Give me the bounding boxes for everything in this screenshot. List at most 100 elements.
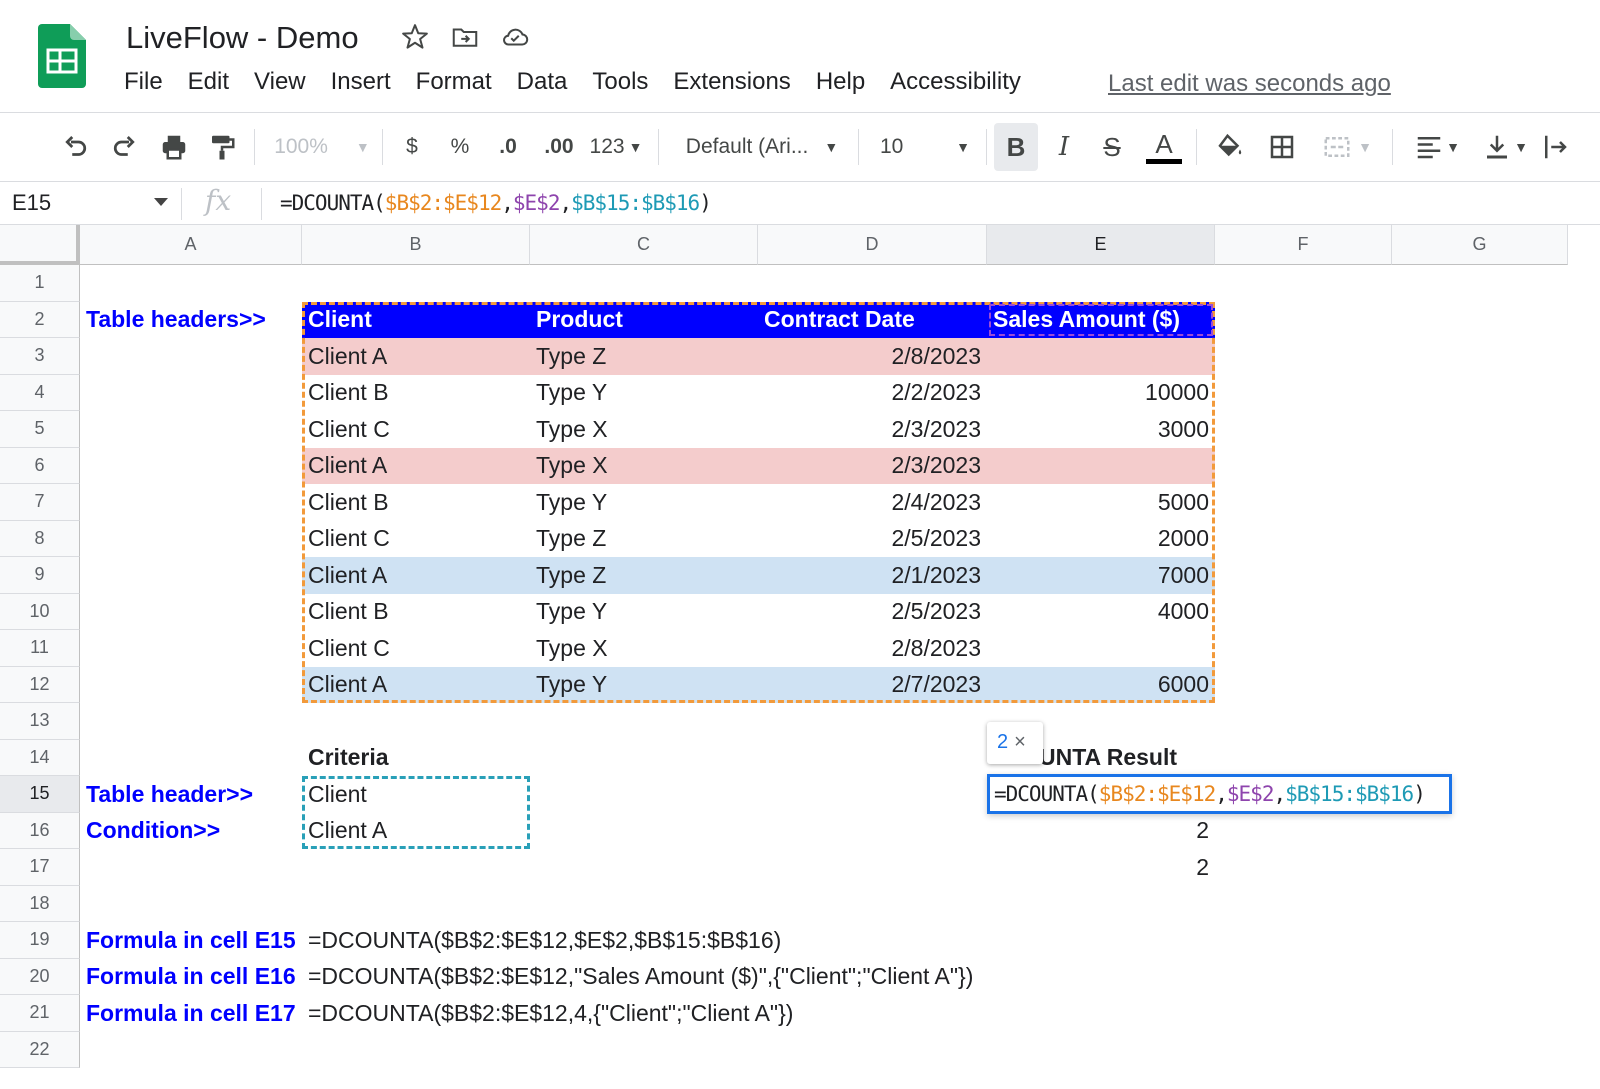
increase-decimals-button[interactable]: .00: [536, 113, 582, 181]
cell-editor-e15[interactable]: =DCOUNTA($B$2:$E$12, $E$2, $B$15:$B$16): [987, 774, 1452, 814]
row-header-3[interactable]: 3: [0, 338, 80, 375]
label-formula-e15[interactable]: Formula in cell E15: [80, 922, 302, 959]
text-color-button[interactable]: A: [1142, 113, 1186, 181]
row-header-4[interactable]: 4: [0, 374, 80, 411]
column-header-a[interactable]: A: [80, 225, 302, 265]
redo-button[interactable]: [104, 113, 144, 181]
menu-extensions[interactable]: Extensions: [673, 68, 790, 96]
row-header-21[interactable]: 21: [0, 995, 80, 1032]
select-all-corner[interactable]: [0, 225, 80, 265]
paint-format-button[interactable]: [202, 113, 242, 181]
column-header-d[interactable]: D: [758, 225, 987, 265]
row-header-12[interactable]: 12: [0, 666, 80, 703]
move-folder-icon[interactable]: [450, 22, 480, 52]
formula-bar-separator: [261, 188, 262, 220]
print-button[interactable]: [154, 113, 194, 181]
menu-file[interactable]: File: [124, 68, 163, 96]
label-table-headers[interactable]: Table headers>>: [80, 302, 302, 339]
vertical-align-button[interactable]: ▼: [1474, 113, 1536, 181]
row-header-13[interactable]: 13: [0, 703, 80, 740]
result-e16[interactable]: 2: [987, 813, 1215, 850]
row-header-16[interactable]: 16: [0, 812, 80, 849]
row-header-22[interactable]: 22: [0, 1031, 80, 1068]
row-header-8[interactable]: 8: [0, 520, 80, 557]
row-header-5[interactable]: 5: [0, 411, 80, 448]
cloud-saved-icon[interactable]: [500, 22, 530, 52]
criteria-title[interactable]: Criteria: [302, 740, 530, 777]
name-box[interactable]: E15: [12, 190, 51, 216]
row-header-14[interactable]: 14: [0, 739, 80, 776]
menu-help[interactable]: Help: [816, 68, 865, 96]
row-header-17[interactable]: 17: [0, 849, 80, 886]
zoom-select[interactable]: 100% ▼: [272, 113, 372, 181]
font-size-select[interactable]: 10 ▼: [870, 113, 980, 181]
row-header-7[interactable]: 7: [0, 484, 80, 521]
menu-format[interactable]: Format: [416, 68, 492, 96]
formula-text-e17[interactable]: =DCOUNTA($B$2:$E$12,4,{"Client";"Client …: [302, 995, 1568, 1032]
row-header-1[interactable]: 1: [0, 265, 80, 302]
chevron-down-icon: ▼: [1358, 139, 1372, 155]
zoom-value: 100%: [274, 135, 328, 158]
formula-field-ref: $E$2: [512, 191, 561, 215]
vertical-align-bottom-icon: [1487, 135, 1508, 159]
percent-button[interactable]: %: [442, 113, 478, 181]
column-header-f[interactable]: F: [1215, 225, 1392, 265]
last-edit-link[interactable]: Last edit was seconds ago: [1108, 70, 1391, 98]
chevron-down-icon[interactable]: [154, 198, 168, 206]
undo-button[interactable]: [56, 113, 96, 181]
redo-icon: [113, 136, 135, 156]
chevron-down-icon: ▼: [628, 139, 643, 155]
number-format-select[interactable]: 123 ▼: [586, 113, 646, 181]
formula-text-e15[interactable]: =DCOUNTA($B$2:$E$12,$E$2,$B$15:$B$16): [302, 922, 1568, 959]
column-header-c[interactable]: C: [530, 225, 758, 265]
close-icon[interactable]: ×: [1014, 731, 1026, 754]
row-header-10[interactable]: 10: [0, 593, 80, 630]
strikethrough-button[interactable]: S: [1092, 113, 1132, 181]
chevron-down-icon: ▼: [824, 139, 839, 155]
menu-data[interactable]: Data: [517, 68, 568, 96]
formula-input[interactable]: =DCOUNTA($B$2:$E$12,$E$2,$B$15:$B$16): [280, 191, 712, 215]
label-table-header[interactable]: Table header>>: [80, 776, 302, 813]
currency-button[interactable]: $: [394, 113, 430, 181]
font-family-select[interactable]: Default (Ari... ▼: [672, 113, 852, 181]
italic-button[interactable]: I: [1044, 113, 1084, 181]
label-formula-e17[interactable]: Formula in cell E17: [80, 995, 302, 1032]
label-formula-e16[interactable]: Formula in cell E16: [80, 959, 302, 996]
menu-insert[interactable]: Insert: [331, 68, 391, 96]
row-header-18[interactable]: 18: [0, 885, 80, 922]
text-wrap-button[interactable]: [1540, 113, 1570, 181]
text-color-swatch: [1146, 158, 1182, 164]
menu-view[interactable]: View: [254, 68, 306, 96]
sheets-logo-icon[interactable]: [38, 24, 86, 88]
row-header-11[interactable]: 11: [0, 630, 80, 667]
row-header-20[interactable]: 20: [0, 958, 80, 995]
label-condition[interactable]: Condition>>: [80, 813, 302, 850]
chevron-down-icon: ▼: [355, 139, 370, 155]
formula-bar: E15 fx =DCOUNTA($B$2:$E$12,$E$2,$B$15:$B…: [0, 181, 1600, 225]
formula-text-e16[interactable]: =DCOUNTA($B$2:$E$12,"Sales Amount ($)",{…: [302, 959, 1568, 996]
editor-formula-part: $B$2:$E$12: [1098, 781, 1216, 806]
row-header-15[interactable]: 15: [0, 776, 80, 813]
menu-edit[interactable]: Edit: [188, 68, 229, 96]
row-header-19[interactable]: 19: [0, 922, 80, 959]
row-header-9[interactable]: 9: [0, 557, 80, 594]
row-header-6[interactable]: 6: [0, 447, 80, 484]
borders-button[interactable]: [1262, 113, 1302, 181]
result-e17[interactable]: 2: [987, 849, 1215, 886]
chevron-down-icon: ▼: [1514, 139, 1528, 155]
column-header-g[interactable]: G: [1392, 225, 1568, 265]
bold-button[interactable]: B: [994, 123, 1038, 171]
formula-bar-separator: [181, 188, 182, 220]
row-header-2[interactable]: 2: [0, 301, 80, 338]
menu-tools[interactable]: Tools: [592, 68, 648, 96]
star-icon[interactable]: [400, 22, 430, 52]
merge-cells-button[interactable]: ▼: [1312, 113, 1382, 181]
editor-formula-part: ): [1413, 781, 1426, 806]
horizontal-align-button[interactable]: ▼: [1406, 113, 1468, 181]
column-header-b[interactable]: B: [302, 225, 530, 265]
decrease-decimals-button[interactable]: .0: [490, 113, 526, 181]
document-title[interactable]: LiveFlow - Demo: [126, 20, 359, 56]
menu-accessibility[interactable]: Accessibility: [890, 68, 1021, 96]
fill-color-button[interactable]: [1210, 113, 1250, 181]
column-header-e[interactable]: E: [987, 225, 1215, 265]
